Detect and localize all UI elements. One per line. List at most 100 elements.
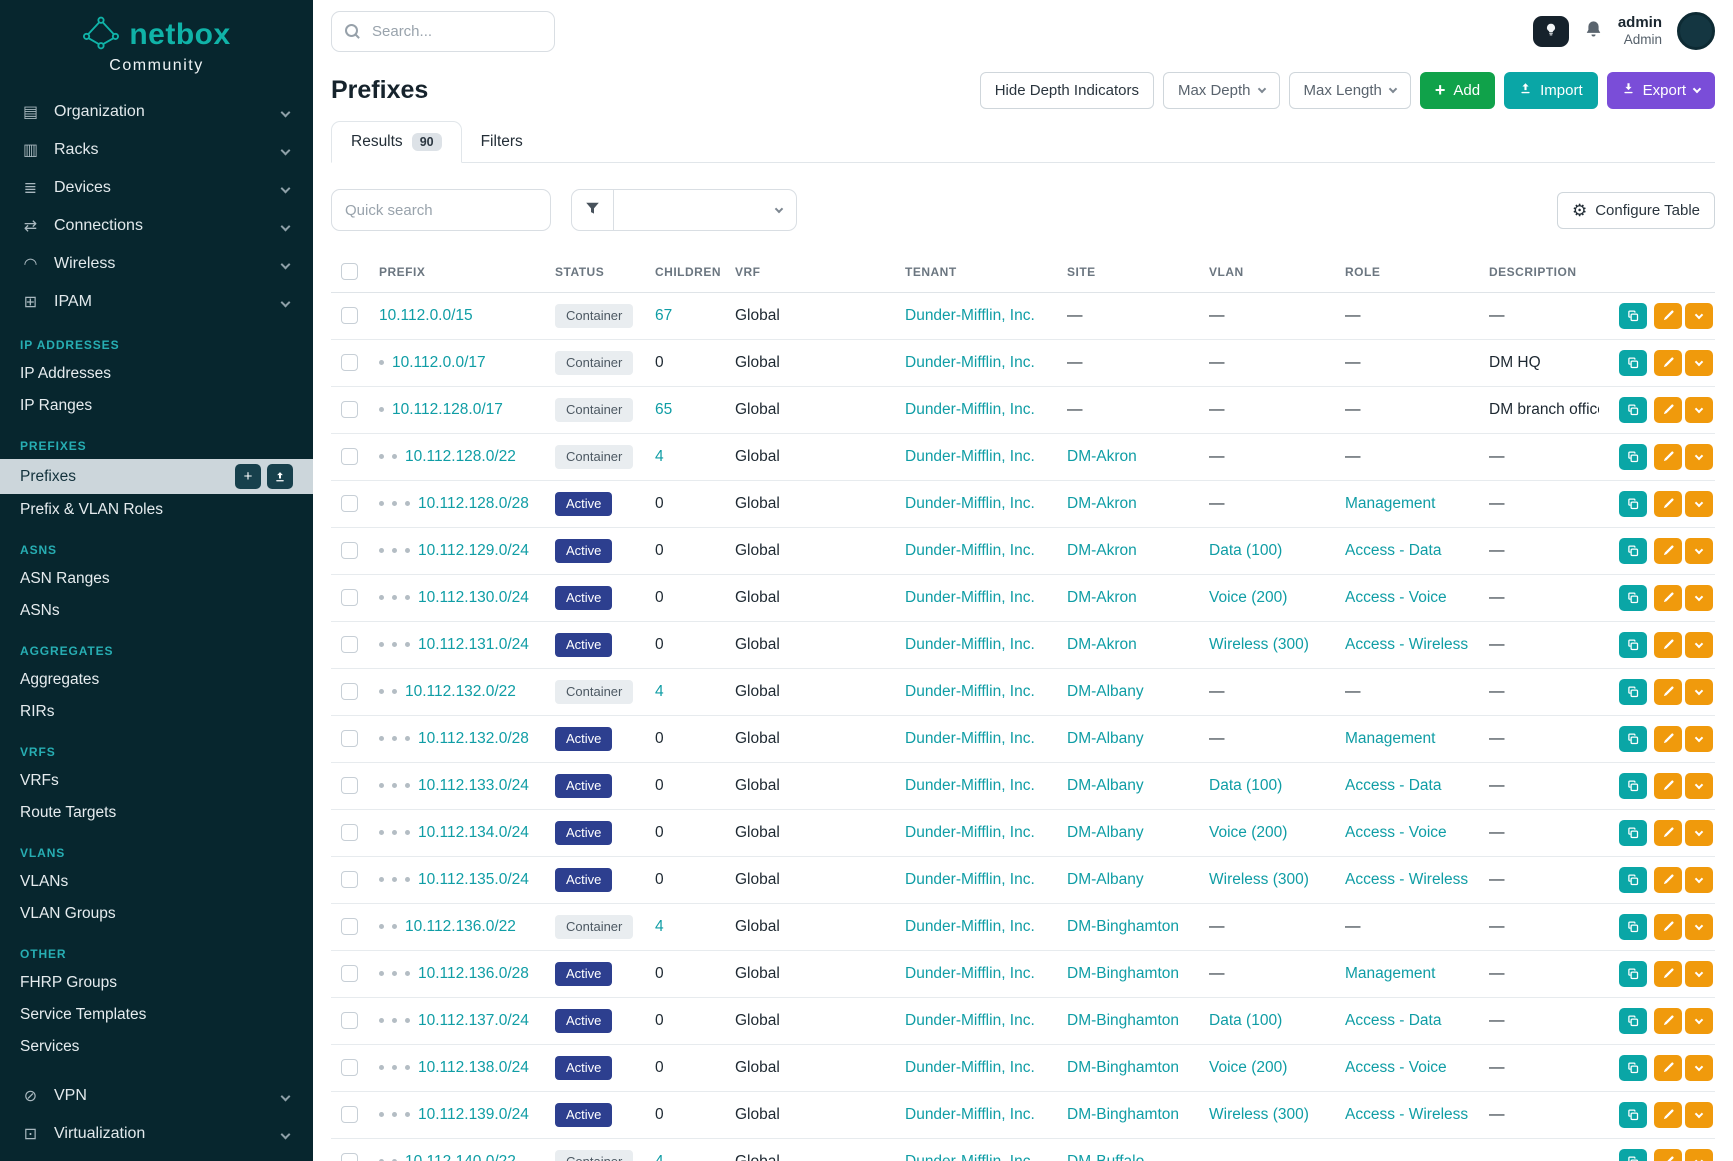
actions-dropdown-button[interactable] xyxy=(1685,726,1713,752)
actions-dropdown-button[interactable] xyxy=(1685,1149,1713,1161)
actions-dropdown-button[interactable] xyxy=(1685,1055,1713,1081)
prefix-link[interactable]: 10.112.0.0/17 xyxy=(392,354,486,371)
row-checkbox[interactable] xyxy=(341,448,358,465)
children-count-link[interactable]: 4 xyxy=(655,448,664,465)
role-link[interactable]: Access - Wireless xyxy=(1345,871,1468,888)
tenant-link[interactable]: Dunder-Mifflin, Inc. xyxy=(905,1012,1035,1029)
copy-button[interactable] xyxy=(1619,632,1647,658)
prefix-link[interactable]: 10.112.132.0/22 xyxy=(405,683,516,700)
children-count-link[interactable]: 4 xyxy=(655,918,664,935)
sidebar-item-circuits[interactable]: ⌁Circuits xyxy=(0,1153,313,1161)
site-link[interactable]: DM-Binghamton xyxy=(1067,1012,1179,1029)
copy-button[interactable] xyxy=(1619,1055,1647,1081)
role-link[interactable]: Access - Voice xyxy=(1345,589,1447,606)
sidebar-item-route-targets[interactable]: Route Targets xyxy=(0,797,313,829)
sidebar-item-ipam[interactable]: ⊞IPAM xyxy=(0,283,313,321)
actions-dropdown-button[interactable] xyxy=(1685,491,1713,517)
max-depth-dropdown[interactable]: Max Depth xyxy=(1163,72,1280,109)
prefix-link[interactable]: 10.112.132.0/28 xyxy=(418,730,529,747)
copy-button[interactable] xyxy=(1619,303,1647,329)
site-link[interactable]: DM-Albany xyxy=(1067,730,1144,747)
actions-dropdown-button[interactable] xyxy=(1685,538,1713,564)
sidebar-item-ip-ranges[interactable]: IP Ranges xyxy=(0,390,313,422)
sidebar-item-prefix-vlan-roles[interactable]: Prefix & VLAN Roles xyxy=(0,494,313,526)
row-checkbox[interactable] xyxy=(341,589,358,606)
theme-toggle-button[interactable] xyxy=(1533,16,1569,47)
tenant-link[interactable]: Dunder-Mifflin, Inc. xyxy=(905,1153,1035,1161)
copy-button[interactable] xyxy=(1619,726,1647,752)
row-checkbox[interactable] xyxy=(341,1153,358,1161)
site-link[interactable]: DM-Akron xyxy=(1067,589,1137,606)
actions-dropdown-button[interactable] xyxy=(1685,397,1713,423)
role-link[interactable]: Access - Data xyxy=(1345,542,1441,559)
edit-button[interactable] xyxy=(1654,1149,1682,1161)
copy-button[interactable] xyxy=(1619,961,1647,987)
vlan-link[interactable]: Wireless (300) xyxy=(1209,636,1309,653)
actions-dropdown-button[interactable] xyxy=(1685,585,1713,611)
site-link[interactable]: DM-Albany xyxy=(1067,824,1144,841)
actions-dropdown-button[interactable] xyxy=(1685,1008,1713,1034)
prefix-link[interactable]: 10.112.0.0/15 xyxy=(379,307,473,324)
copy-button[interactable] xyxy=(1619,773,1647,799)
role-link[interactable]: Access - Wireless xyxy=(1345,1106,1468,1123)
tenant-link[interactable]: Dunder-Mifflin, Inc. xyxy=(905,448,1035,465)
sidebar-item-vlans[interactable]: VLANs xyxy=(0,866,313,898)
prefix-link[interactable]: 10.112.136.0/22 xyxy=(405,918,516,935)
row-checkbox[interactable] xyxy=(341,401,358,418)
sidebar-item-services[interactable]: Services xyxy=(0,1031,313,1063)
sidebar-item-wireless[interactable]: ◠Wireless xyxy=(0,245,313,283)
site-link[interactable]: DM-Akron xyxy=(1067,542,1137,559)
tenant-link[interactable]: Dunder-Mifflin, Inc. xyxy=(905,354,1035,371)
actions-dropdown-button[interactable] xyxy=(1685,679,1713,705)
prefix-link[interactable]: 10.112.140.0/22 xyxy=(405,1153,516,1161)
edit-button[interactable] xyxy=(1654,679,1682,705)
row-checkbox[interactable] xyxy=(341,965,358,982)
copy-button[interactable] xyxy=(1619,1102,1647,1128)
edit-button[interactable] xyxy=(1654,303,1682,329)
notifications-button[interactable] xyxy=(1584,20,1603,42)
children-count-link[interactable]: 4 xyxy=(655,683,664,700)
tab-results[interactable]: Results 90 xyxy=(331,121,462,163)
hide-depth-indicators-button[interactable]: Hide Depth Indicators xyxy=(980,72,1154,109)
site-link[interactable]: DM-Binghamton xyxy=(1067,1059,1179,1076)
site-link[interactable]: DM-Albany xyxy=(1067,777,1144,794)
copy-button[interactable] xyxy=(1619,1149,1647,1161)
edit-button[interactable] xyxy=(1654,444,1682,470)
select-all-checkbox[interactable] xyxy=(341,263,358,280)
row-checkbox[interactable] xyxy=(341,542,358,559)
site-link[interactable]: DM-Akron xyxy=(1067,495,1137,512)
row-checkbox[interactable] xyxy=(341,354,358,371)
sidebar-item-vlan-groups[interactable]: VLAN Groups xyxy=(0,898,313,930)
sidebar-item-aggregates[interactable]: Aggregates xyxy=(0,664,313,696)
sidebar-item-prefixes[interactable]: Prefixes+ xyxy=(0,459,313,494)
children-count-link[interactable]: 65 xyxy=(655,401,672,418)
tenant-link[interactable]: Dunder-Mifflin, Inc. xyxy=(905,401,1035,418)
prefix-link[interactable]: 10.112.128.0/22 xyxy=(405,448,516,465)
edit-button[interactable] xyxy=(1654,867,1682,893)
tenant-link[interactable]: Dunder-Mifflin, Inc. xyxy=(905,777,1035,794)
tenant-link[interactable]: Dunder-Mifflin, Inc. xyxy=(905,495,1035,512)
sidebar-item-vpn[interactable]: ⊘VPN xyxy=(0,1077,313,1115)
vlan-link[interactable]: Data (100) xyxy=(1209,777,1282,794)
actions-dropdown-button[interactable] xyxy=(1685,632,1713,658)
edit-button[interactable] xyxy=(1654,820,1682,846)
tenant-link[interactable]: Dunder-Mifflin, Inc. xyxy=(905,542,1035,559)
row-checkbox[interactable] xyxy=(341,636,358,653)
row-checkbox[interactable] xyxy=(341,824,358,841)
tenant-link[interactable]: Dunder-Mifflin, Inc. xyxy=(905,589,1035,606)
copy-button[interactable] xyxy=(1619,820,1647,846)
tenant-link[interactable]: Dunder-Mifflin, Inc. xyxy=(905,1059,1035,1076)
row-checkbox[interactable] xyxy=(341,777,358,794)
copy-button[interactable] xyxy=(1619,444,1647,470)
role-link[interactable]: Access - Wireless xyxy=(1345,636,1468,653)
sidebar-item-connections[interactable]: ⇄Connections xyxy=(0,207,313,245)
row-checkbox[interactable] xyxy=(341,1059,358,1076)
vlan-link[interactable]: Voice (200) xyxy=(1209,824,1287,841)
vlan-link[interactable]: Voice (200) xyxy=(1209,1059,1287,1076)
actions-dropdown-button[interactable] xyxy=(1685,303,1713,329)
row-checkbox[interactable] xyxy=(341,871,358,888)
copy-button[interactable] xyxy=(1619,1008,1647,1034)
sidebar-item-virtualization[interactable]: ⊡Virtualization xyxy=(0,1115,313,1153)
prefix-link[interactable]: 10.112.131.0/24 xyxy=(418,636,529,653)
site-link[interactable]: DM-Binghamton xyxy=(1067,1106,1179,1123)
